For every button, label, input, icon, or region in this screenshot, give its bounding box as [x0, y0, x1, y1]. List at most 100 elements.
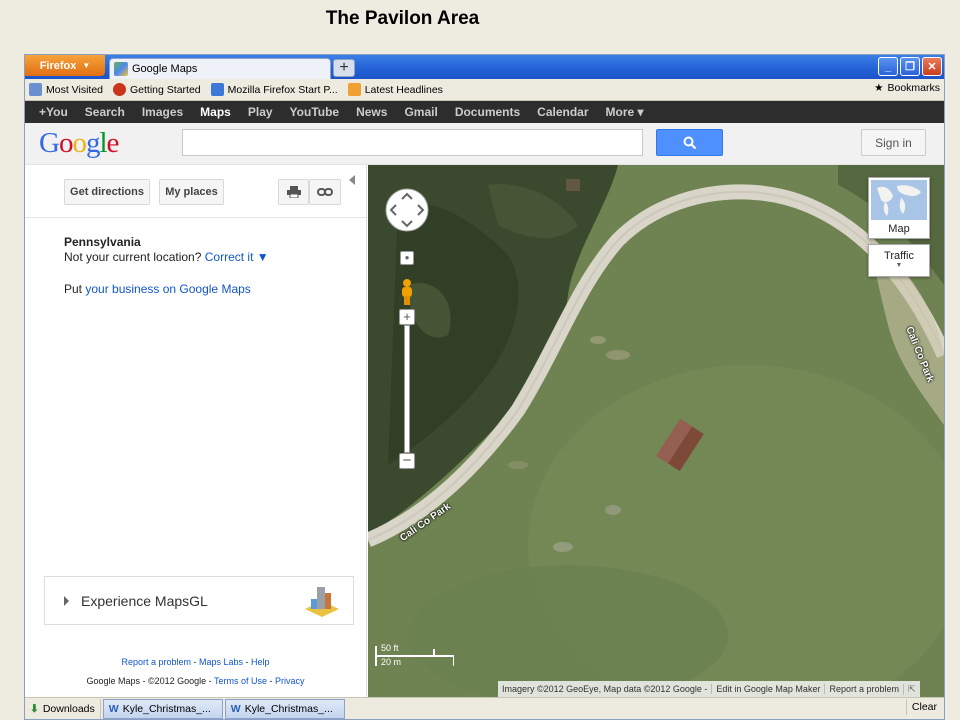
map-scale: 50 ft 20 m: [374, 643, 455, 673]
gbar-item-play[interactable]: Play: [248, 105, 273, 119]
logo-letter: l: [99, 127, 107, 159]
word-document-icon: W: [230, 702, 241, 715]
zoom-track[interactable]: [404, 325, 410, 453]
traffic-button[interactable]: Traffic ▼: [868, 244, 930, 277]
google-nav-bar: +You Search Images Maps Play YouTube New…: [25, 101, 944, 123]
gbar-item-youtube[interactable]: YouTube: [290, 105, 340, 119]
downloads-button[interactable]: ⬇ Downloads: [25, 698, 101, 719]
gbar-item-documents[interactable]: Documents: [455, 105, 520, 119]
print-icon: [286, 186, 301, 198]
gbar-item-gmail[interactable]: Gmail: [404, 105, 437, 119]
word-document-icon: W: [108, 702, 119, 715]
logo-letter: e: [106, 127, 120, 159]
logo-letter: G: [39, 127, 60, 159]
gbar-item-plus-you[interactable]: +You: [39, 105, 68, 119]
report-problem-link[interactable]: Report a problem: [121, 657, 191, 667]
title-bar: Firefox ▼ Google Maps + _ ❐ ✕: [25, 55, 944, 79]
pegman-icon[interactable]: [399, 279, 415, 305]
rss-feed-icon: [347, 83, 361, 96]
location-title: Pennsylvania: [64, 235, 141, 249]
star-icon: ★: [874, 82, 884, 94]
gbar-item-images[interactable]: Images: [142, 105, 183, 119]
help-link[interactable]: Help: [251, 657, 270, 667]
satellite-map[interactable]: ● + − Map Traffic ▼ Cali Co Park Cali Co…: [368, 165, 944, 697]
link-icon: [317, 188, 333, 196]
bookmarks-menu[interactable]: ★ Bookmarks: [874, 82, 940, 94]
search-button[interactable]: [656, 129, 723, 156]
panel-divider: [25, 217, 366, 218]
google-maps-favicon-icon: [114, 62, 128, 76]
footer-links: Report a problem - Maps Labs - Help: [121, 657, 270, 667]
collapse-panel-icon[interactable]: [349, 175, 355, 185]
most-visited-icon: [29, 83, 42, 96]
imagery-credit: Imagery ©2012 GeoEye, Map data ©2012 Goo…: [502, 684, 708, 694]
left-panel: Get directions My places Pennsylvania No…: [25, 165, 367, 697]
tab-label: Google Maps: [132, 63, 198, 75]
map-attribution: Imagery ©2012 GeoEye, Map data ©2012 Goo…: [498, 681, 920, 697]
report-problem-map-link[interactable]: Report a problem: [824, 684, 903, 694]
copyright-text: Google Maps - ©2012 Google -: [86, 676, 212, 686]
put-text: Put: [64, 282, 83, 296]
logo-letter: o: [72, 127, 86, 159]
firefox-menu-button[interactable]: Firefox ▼: [25, 55, 105, 76]
zoom-out-icon[interactable]: −: [399, 453, 415, 469]
window-controls: _ ❐ ✕: [878, 57, 942, 76]
maps-labs-link[interactable]: Maps Labs: [199, 657, 243, 667]
download-item-label: Kyle_Christmas_...: [122, 702, 211, 715]
bookmark-latest-headlines[interactable]: Latest Headlines: [347, 83, 443, 96]
pan-control-icon[interactable]: [384, 187, 430, 233]
bookmark-label: Most Visited: [46, 83, 103, 96]
search-input[interactable]: [182, 129, 643, 156]
zoom-slider[interactable]: ● + −: [399, 249, 415, 473]
minimize-icon[interactable]: _: [878, 57, 898, 76]
gbar-item-calendar[interactable]: Calendar: [537, 105, 588, 119]
mapsgl-promo[interactable]: Experience MapsGL: [44, 576, 354, 625]
terms-link[interactable]: Terms of Use: [214, 676, 267, 686]
google-logo[interactable]: Google: [39, 127, 120, 160]
zoom-reset-icon[interactable]: ●: [400, 251, 414, 265]
new-tab-button[interactable]: +: [333, 59, 355, 77]
close-icon[interactable]: ✕: [922, 57, 942, 76]
map-type-button[interactable]: Map: [868, 177, 930, 239]
edit-in-map-maker-link[interactable]: Edit in Google Map Maker: [711, 684, 824, 694]
bookmark-label: Latest Headlines: [364, 83, 443, 96]
mapsgl-label: Experience MapsGL: [81, 593, 208, 609]
download-item[interactable]: W Kyle_Christmas_...: [224, 698, 345, 719]
location-prompt: Not your current location?: [64, 250, 202, 264]
zoom-in-icon[interactable]: +: [399, 309, 415, 325]
restore-icon[interactable]: ❐: [900, 57, 920, 76]
bookmarks-menu-label: Bookmarks: [887, 82, 940, 94]
bookmark-mozilla-start[interactable]: Mozilla Firefox Start P...: [210, 83, 338, 96]
link-button[interactable]: [309, 179, 341, 205]
bookmark-most-visited[interactable]: Most Visited: [29, 83, 103, 96]
dropdown-arrow-icon: ▼: [82, 61, 91, 70]
sign-in-button[interactable]: Sign in: [861, 129, 926, 156]
gbar-item-maps[interactable]: Maps: [200, 105, 231, 119]
bookmark-getting-started[interactable]: Getting Started: [113, 83, 201, 96]
get-directions-button[interactable]: Get directions: [64, 179, 150, 205]
footer-copyright: Google Maps - ©2012 Google - Terms of Us…: [86, 676, 305, 686]
my-places-button[interactable]: My places: [159, 179, 224, 205]
map-type-label: Map: [888, 223, 910, 235]
logo-letter: o: [58, 127, 73, 159]
scale-feet: 50 ft: [381, 643, 399, 653]
tab-google-maps[interactable]: Google Maps: [109, 58, 331, 79]
bookmarks-toolbar: Most Visited Getting Started Mozilla Fir…: [25, 79, 944, 101]
expand-corner-icon[interactable]: ⇱: [903, 683, 920, 695]
google-icon: [210, 83, 224, 96]
download-item[interactable]: W Kyle_Christmas_...: [102, 698, 223, 719]
business-link[interactable]: your business on Google Maps: [85, 282, 250, 296]
gbar-item-search[interactable]: Search: [85, 105, 125, 119]
slide-title: The Pavilon Area: [325, 8, 480, 29]
gbar-item-more[interactable]: More ▾: [606, 105, 644, 119]
clear-downloads-button[interactable]: Clear: [905, 699, 942, 715]
globe-map-icon: [877, 185, 921, 216]
gbar-item-news[interactable]: News: [356, 105, 387, 119]
print-button[interactable]: [278, 179, 309, 205]
privacy-link[interactable]: Privacy: [275, 676, 305, 686]
downloads-label: Downloads: [42, 702, 95, 715]
correct-location-link[interactable]: Correct it ▼: [205, 250, 269, 264]
firefox-menu-label: Firefox: [39, 59, 77, 72]
traffic-dropdown-icon: ▼: [895, 262, 903, 269]
location-prompt-row: Not your current location? Correct it ▼: [64, 250, 269, 264]
